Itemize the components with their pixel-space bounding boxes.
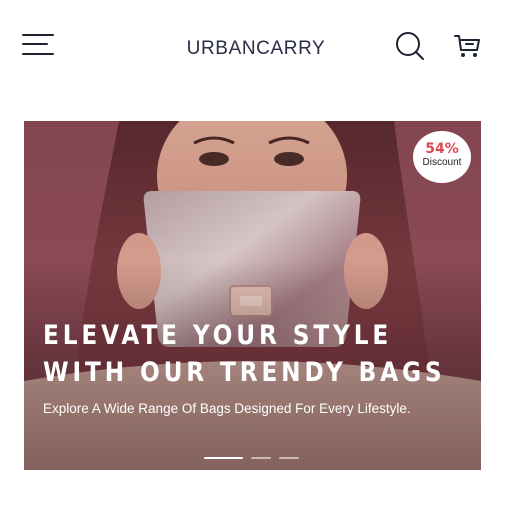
search-button[interactable]: [394, 30, 426, 62]
carousel-dot-2[interactable]: [251, 457, 271, 459]
discount-value: 54%: [425, 141, 459, 157]
search-icon: [396, 32, 424, 60]
hamburger-menu-icon: [22, 34, 54, 36]
carousel-dot-1[interactable]: [204, 457, 243, 459]
app-header: URBANCARRY: [0, 0, 512, 92]
hero-banner[interactable]: 54% Discount ELEVATE YOUR STYLE WITH OUR…: [24, 121, 481, 470]
hero-title-line-1: ELEVATE YOUR STYLE: [43, 320, 393, 351]
cart-icon: [454, 35, 480, 57]
hero-title: ELEVATE YOUR STYLE WITH OUR TRENDY BAGS: [43, 317, 446, 391]
hero-title-line-2: WITH OUR TRENDY BAGS: [43, 357, 446, 388]
carousel-dot-3[interactable]: [279, 457, 299, 459]
hero-subtitle: Explore A Wide Range Of Bags Designed Fo…: [43, 401, 411, 416]
hero-overlay: [24, 121, 481, 470]
discount-label: Discount: [422, 157, 462, 168]
brand-logo[interactable]: URBANCARRY: [0, 38, 512, 60]
discount-badge: 54% Discount: [413, 131, 471, 183]
cart-button[interactable]: [452, 30, 484, 62]
